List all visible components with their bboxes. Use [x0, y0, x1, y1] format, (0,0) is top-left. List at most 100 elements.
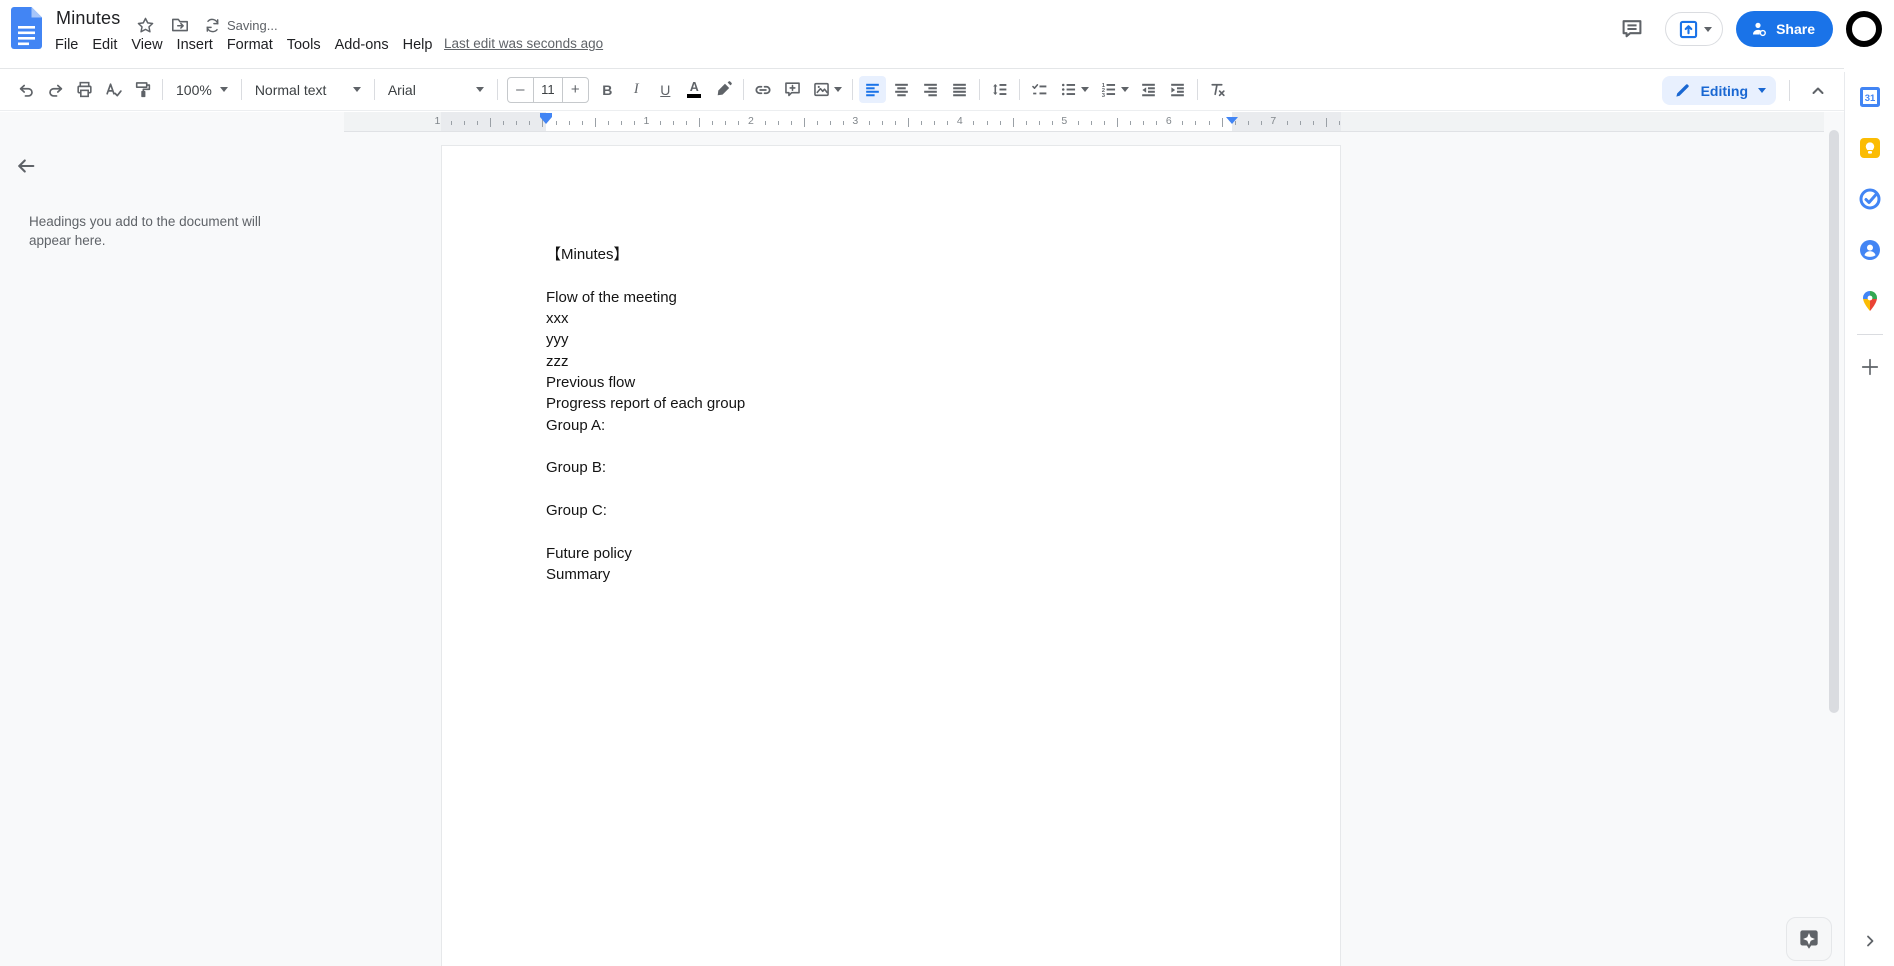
menu-item[interactable]: Help: [396, 33, 440, 57]
document-line[interactable]: Group C:: [546, 500, 745, 521]
ruler-number: 2: [747, 115, 754, 127]
toolbar-divider: [851, 79, 853, 100]
increase-indent-button[interactable]: [1164, 76, 1191, 103]
open-comments-button[interactable]: [1612, 9, 1652, 49]
keep-icon[interactable]: [1859, 137, 1881, 159]
document-line[interactable]: yyy: [546, 329, 745, 350]
justify-button[interactable]: [946, 76, 973, 103]
document-line[interactable]: [546, 479, 745, 500]
spell-check-button[interactable]: [100, 76, 127, 103]
bulleted-list-button[interactable]: [1055, 76, 1093, 103]
right-indent-marker[interactable]: [1226, 113, 1238, 124]
zoom-dropdown[interactable]: 100%: [168, 76, 236, 103]
document-line[interactable]: Progress report of each group: [546, 393, 745, 414]
increase-font-size-button[interactable]: +: [563, 78, 588, 102]
google-docs-window: Minutes Saving... File Edit View Insert …: [0, 0, 1894, 966]
explore-button[interactable]: [1786, 917, 1832, 961]
document-line[interactable]: [546, 265, 745, 286]
font-family-dropdown[interactable]: Arial: [380, 76, 492, 103]
toolbar-divider: [373, 79, 375, 100]
document-line[interactable]: Summary: [546, 564, 745, 585]
decrease-font-size-button[interactable]: –: [508, 78, 533, 102]
align-right-icon: [923, 83, 937, 97]
highlight-color-button[interactable]: [710, 76, 737, 103]
contacts-icon[interactable]: [1859, 239, 1881, 261]
paint-format-icon: [135, 82, 151, 98]
font-size-control: – 11 +: [506, 76, 589, 103]
menu-item[interactable]: Tools: [280, 33, 328, 57]
chevron-right-icon: [1866, 935, 1873, 947]
last-edit-link[interactable]: Last edit was seconds ago: [444, 36, 603, 51]
align-right-button[interactable]: [917, 76, 944, 103]
move-folder-icon: [172, 18, 188, 32]
underline-icon: U: [660, 81, 671, 98]
document-line[interactable]: 【Minutes】: [546, 244, 745, 265]
get-add-ons-button[interactable]: [1860, 357, 1880, 377]
document-title[interactable]: Minutes: [56, 8, 120, 29]
line-spacing-button[interactable]: [986, 76, 1013, 103]
add-comment-button[interactable]: [779, 76, 806, 103]
text-color-button[interactable]: A: [681, 76, 708, 103]
menu-item[interactable]: File: [48, 33, 85, 57]
document-line[interactable]: xxx: [546, 308, 745, 329]
maps-icon[interactable]: [1859, 290, 1881, 312]
vertical-scrollbar[interactable]: [1829, 130, 1839, 713]
numbered-list-button[interactable]: 1 2 3: [1095, 76, 1133, 103]
caret-down-icon: [1080, 87, 1089, 96]
font-size-input[interactable]: 11: [532, 77, 563, 102]
align-center-button[interactable]: [888, 76, 915, 103]
checklist-button[interactable]: [1026, 76, 1053, 103]
hide-menus-button[interactable]: [1804, 77, 1831, 104]
close-outline-button[interactable]: [12, 152, 40, 180]
insert-link-button[interactable]: [750, 76, 777, 103]
decrease-indent-button[interactable]: [1135, 76, 1162, 103]
menu-item[interactable]: Add-ons: [328, 33, 396, 57]
tasks-icon[interactable]: [1859, 188, 1881, 210]
ruler-ticks: 1 1 2 3 4 5 6 7: [344, 112, 1824, 131]
share-lock-icon: [1753, 22, 1766, 37]
save-status-text: Saving...: [227, 17, 278, 33]
menu-item[interactable]: Insert: [170, 33, 220, 57]
document-line[interactable]: Group A:: [546, 415, 745, 436]
bold-icon: B: [602, 81, 613, 98]
document-line[interactable]: Flow of the meeting: [546, 287, 745, 308]
hide-sidebar-button[interactable]: [1861, 932, 1879, 950]
share-button[interactable]: Share: [1736, 11, 1833, 47]
italic-button[interactable]: I: [623, 76, 650, 103]
menu-item[interactable]: View: [124, 33, 169, 57]
bold-button[interactable]: B: [594, 76, 621, 103]
document-line[interactable]: Future policy: [546, 543, 745, 564]
print-button[interactable]: [71, 76, 98, 103]
calendar-icon[interactable]: 31: [1859, 86, 1881, 108]
account-avatar[interactable]: [1846, 11, 1882, 47]
paragraph-style-dropdown[interactable]: Normal text: [247, 76, 369, 103]
clear-formatting-button[interactable]: [1204, 76, 1231, 103]
header-actions: Share: [1612, 9, 1882, 49]
underline-button[interactable]: U: [652, 76, 679, 103]
align-center-icon: [894, 83, 908, 97]
share-label: Share: [1776, 21, 1815, 37]
insert-image-button[interactable]: [808, 76, 846, 103]
docs-logo-icon[interactable]: [11, 7, 42, 49]
document-line[interactable]: [546, 521, 745, 542]
undo-button[interactable]: [13, 76, 40, 103]
font-family-value: Arial: [387, 81, 416, 98]
add-comment-icon: [784, 82, 800, 97]
sync-icon: [206, 18, 219, 32]
menu-item[interactable]: Edit: [85, 33, 124, 57]
mode-dropdown[interactable]: Editing: [1661, 76, 1776, 105]
document-line[interactable]: Group B:: [546, 457, 745, 478]
document-page[interactable]: 【Minutes】 Flow of the meeting xxx yyy zzz Pr…: [441, 145, 1341, 966]
menu-item[interactable]: Format: [220, 33, 280, 57]
document-line[interactable]: zzz: [546, 351, 745, 372]
align-left-button[interactable]: [858, 76, 886, 103]
document-text[interactable]: 【Minutes】 Flow of the meeting xxx yyy zzz Pr…: [546, 244, 745, 586]
image-icon: [813, 82, 829, 97]
document-line[interactable]: [546, 436, 745, 457]
document-line[interactable]: Previous flow: [546, 372, 745, 393]
redo-button[interactable]: [42, 76, 69, 103]
left-indent-marker[interactable]: [540, 113, 552, 124]
paint-format-button[interactable]: [129, 76, 156, 103]
justify-icon: [952, 83, 966, 97]
present-to-meeting-button[interactable]: [1665, 12, 1724, 46]
